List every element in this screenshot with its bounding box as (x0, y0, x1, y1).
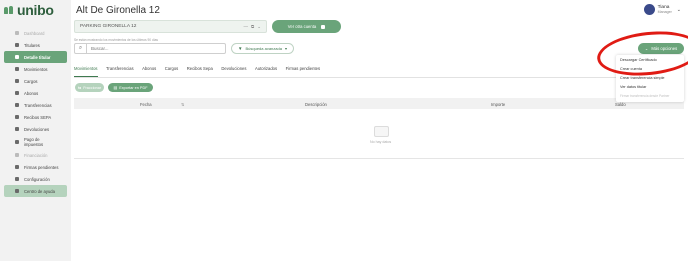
user-icon (15, 55, 19, 59)
tab-cargos[interactable]: Cargos (165, 66, 179, 77)
sidebar-item-recibos-sepa[interactable]: Recibos SEPA (0, 111, 71, 123)
transfer-icon (15, 103, 19, 107)
advanced-search-button[interactable]: ▼ Búsqueda avanzada ▾ (231, 43, 294, 54)
pdf-icon: ▤ (113, 85, 118, 90)
advanced-search-label: Búsqueda avanzada (245, 46, 282, 51)
sidebar-item-label: Cargos (24, 78, 38, 84)
receipt-icon (15, 115, 19, 119)
page-title: Alt De Gironella 12 (76, 5, 160, 16)
finance-icon (15, 153, 19, 157)
table-header: Fecha ⇅ Descripción Importe Saldo (74, 98, 684, 109)
sidebar-item-abonos[interactable]: Abonos (0, 87, 71, 99)
sort-icon[interactable]: ⇅ (181, 102, 185, 107)
tab-recibos-sepa[interactable]: Recibos Sepa (187, 66, 213, 77)
account-select[interactable]: PARKING GIRONELLA 12 — ⧉ ⌄ (74, 20, 267, 33)
sidebar-item-label: Firmas pendientes (24, 164, 59, 170)
avatar (643, 4, 655, 15)
help-icon (15, 189, 19, 193)
tab-divider (74, 77, 684, 78)
sidebar-item-movimientos[interactable]: Movimientos (0, 63, 71, 75)
user-role: Manager (657, 10, 672, 14)
sidebar-item-label: Financiación (24, 152, 48, 158)
main-content: Alt De Gironella 12 Tiana Manager ⌄ PARK… (71, 0, 688, 261)
export-pdf-label: Exportar en PDF (119, 85, 148, 90)
sidebar-item-label: Pago de impuestos (24, 137, 44, 147)
sidebar-item-cargos[interactable]: Cargos (0, 75, 71, 87)
column-header-fecha[interactable]: Fecha (140, 102, 152, 107)
filter-icon: ▼ (238, 46, 243, 51)
dashboard-icon (15, 31, 19, 35)
sidebar: unibo Dashboard Titulares Detalle titula… (0, 0, 71, 261)
sidebar-item-label: Dashboard (24, 30, 45, 36)
signature-icon (15, 165, 19, 169)
tab-transferencias[interactable]: Transferencias (106, 66, 134, 77)
sidebar-item-label: Centro de ayuda (24, 188, 55, 194)
return-icon (15, 127, 19, 131)
tab-abonos[interactable]: Abonos (142, 66, 156, 77)
sidebar-nav: Dashboard Titulares Detalle titular Movi… (0, 27, 71, 197)
gear-icon (15, 177, 19, 181)
deposit-icon (15, 91, 19, 95)
sidebar-item-transferencias[interactable]: Transferencias (0, 99, 71, 111)
sidebar-item-label: Movimientos (24, 66, 48, 72)
users-icon (15, 43, 19, 47)
search-input[interactable] (91, 46, 211, 51)
other-account-label: Ver otra cuenta (287, 24, 317, 29)
column-header-importe[interactable]: Importe (491, 102, 505, 107)
tab-devoluciones[interactable]: Devoluciones (221, 66, 246, 77)
tab-bar: Movimientos Transferencias Abonos Cargos… (74, 66, 329, 77)
search-icon: ⌕ (75, 43, 87, 54)
logo-icon (4, 6, 14, 14)
sidebar-item-titulares[interactable]: Titulares (0, 39, 71, 51)
account-select-controls: — ⧉ ⌄ (241, 24, 262, 30)
tab-autorizados[interactable]: Autorizados (255, 66, 277, 77)
sidebar-item-dashboard[interactable]: Dashboard (0, 27, 71, 39)
account-name: PARKING GIRONELLA 12 (80, 24, 137, 29)
copy-icon[interactable]: ⧉ (251, 24, 254, 29)
tax-icon (15, 140, 19, 144)
menu-item-firmar-transferencia: Firmar transferencia desde Partner (620, 93, 670, 98)
charge-icon (15, 79, 19, 83)
column-header-saldo[interactable]: Saldo (615, 102, 626, 107)
menu-item-ver-datos-titular[interactable]: Ver datos titular (616, 82, 684, 91)
sidebar-item-detalle-titular[interactable]: Detalle titular (4, 51, 67, 63)
list-icon (15, 67, 19, 71)
sidebar-item-label: Detalle titular (24, 54, 51, 60)
empty-inbox-icon (374, 126, 389, 137)
sidebar-item-financiacion[interactable]: Financiación (0, 149, 71, 161)
tab-firmas-pendientes[interactable]: Firmas pendientes (286, 66, 320, 77)
sidebar-item-label: Devoluciones (24, 126, 50, 132)
user-info: Tiana Manager (658, 5, 672, 14)
user-menu[interactable]: Tiana Manager ⌄ (643, 4, 681, 15)
sidebar-item-pago-impuestos[interactable]: Pago de impuestos (0, 135, 71, 149)
fraction-button[interactable]: ⇆ Fraccionar (75, 83, 104, 92)
sidebar-item-label: Configuración (24, 176, 50, 182)
brand-logo[interactable]: unibo (4, 2, 54, 18)
sidebar-item-configuracion[interactable]: Configuración (0, 173, 71, 185)
sidebar-item-label: Transferencias (24, 102, 52, 108)
chevron-down-icon: ⌄ (676, 6, 681, 13)
other-account-button[interactable]: Ver otra cuenta (272, 20, 341, 33)
sidebar-item-label: Abonos (24, 90, 39, 96)
split-icon: ⇆ (77, 85, 82, 90)
empty-text: No hay datos (370, 140, 392, 144)
brand-name: unibo (17, 2, 54, 18)
sidebar-item-devoluciones[interactable]: Devoluciones (0, 123, 71, 135)
sidebar-item-firmas-pendientes[interactable]: Firmas pendientes (0, 161, 71, 173)
chevron-down-icon: ▾ (284, 46, 287, 51)
sidebar-item-label: Recibos SEPA (24, 114, 52, 120)
filter-hint: Se están mostrando los movimientos de lo… (74, 38, 158, 42)
column-header-descripcion[interactable]: Descripción (305, 102, 327, 107)
search-box[interactable]: ⌕ (74, 43, 226, 54)
fraction-label: Fraccionar (83, 85, 102, 90)
account-switch-icon (321, 24, 326, 29)
sidebar-item-label: Titulares (24, 42, 40, 48)
tab-movimientos[interactable]: Movimientos (74, 66, 98, 77)
sidebar-item-centro-ayuda[interactable]: Centro de ayuda (4, 185, 67, 197)
chevron-down-icon[interactable]: ⌄ (257, 24, 261, 30)
account-suffix: — (243, 24, 249, 29)
table-empty-state: No hay datos (74, 109, 684, 159)
export-pdf-button[interactable]: ▤ Exportar en PDF (108, 83, 153, 92)
